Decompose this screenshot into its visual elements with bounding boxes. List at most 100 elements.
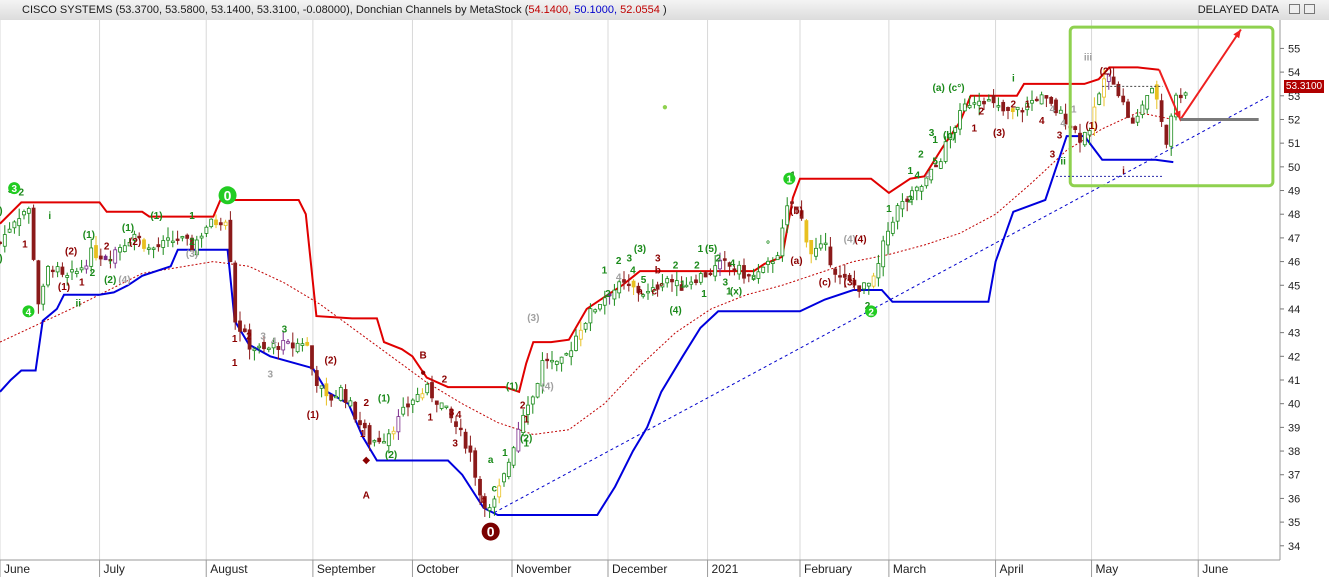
wave-label: (2) (129, 237, 141, 248)
wave-label: 1 (232, 358, 238, 369)
x-tick-label: July (104, 562, 125, 576)
marker-dot: ● (420, 367, 426, 378)
candle-body (986, 99, 991, 102)
candle-body (1178, 94, 1183, 99)
candle-body (886, 230, 890, 246)
restore-window-button[interactable] (1289, 4, 1300, 14)
candle-body (1126, 101, 1130, 118)
wave-label: (4) (118, 275, 130, 286)
candle-body (1006, 107, 1010, 111)
last-price-marker: 53.3100 (1284, 80, 1324, 93)
ohlc-values: (53.3700, 53.5800, 53.1400, 53.3100, -0.… (115, 4, 353, 16)
y-tick-label: 54 (1288, 67, 1300, 79)
candle-body (286, 341, 290, 344)
candle-body (228, 219, 233, 263)
candle-body (7, 228, 12, 233)
candle-body (439, 402, 444, 409)
wave-label: (c°) (948, 83, 964, 94)
candle-body (1164, 124, 1169, 145)
wave-label: 4 (630, 265, 636, 276)
x-tick-label: August (210, 562, 248, 576)
wave-label: 1 (22, 239, 28, 250)
wave-label: ° (659, 282, 663, 293)
candle-body (564, 353, 569, 356)
wave-label: 1 (427, 412, 433, 423)
candle-body (1015, 106, 1020, 111)
chart-window: CISCO SYSTEMS (53.3700, 53.5800, 53.1400… (0, 0, 1329, 578)
candle-body (895, 205, 900, 222)
candle-body (1130, 117, 1135, 124)
candle-body (569, 350, 574, 358)
candle-body (958, 110, 962, 130)
wave-label: 2 (715, 254, 721, 265)
y-tick-label: 40 (1288, 399, 1300, 411)
wave-label: (a) (933, 83, 945, 94)
chart-svg: 3(3)2i(4)1(2)(1)2(1)(2)(1)12(1)12i(2)(4)… (0, 20, 1329, 578)
candle-body (526, 404, 530, 415)
candle-body (122, 245, 127, 252)
wave-label: (b) (943, 130, 956, 141)
symbol-name: CISCO SYSTEMS (22, 4, 113, 16)
candle-body (708, 272, 713, 276)
candle-body (468, 445, 473, 453)
wave-label: 3 (655, 254, 661, 265)
candle-body (295, 342, 300, 353)
candle-body (175, 238, 180, 241)
candle-body (881, 240, 886, 268)
candle-body (79, 267, 84, 271)
y-tick-label: 43 (1288, 328, 1300, 340)
x-tick-label: February (804, 562, 852, 576)
wave-label: (3) (634, 244, 646, 255)
wave-label: 3 (1057, 130, 1063, 141)
candle-body (94, 245, 98, 259)
candle-body (1049, 97, 1054, 104)
wave-label: (3) (527, 313, 539, 324)
wave-label: 5 (641, 275, 647, 286)
y-tick-label: 42 (1288, 351, 1300, 363)
y-tick-label: 48 (1288, 209, 1300, 221)
candle-body (1111, 76, 1116, 85)
wave-label: (2) (1100, 66, 1112, 77)
candle-body (622, 279, 626, 283)
y-tick-label: 51 (1288, 138, 1300, 150)
indicator-mid-value: 52.0554 (620, 4, 660, 16)
candle-body (962, 103, 967, 112)
wave-circle-label: 4 (26, 307, 32, 318)
wave-label: 4 (730, 258, 736, 269)
close-window-button[interactable] (1304, 4, 1315, 14)
candle-body (814, 247, 818, 257)
wave-label: 2 (907, 194, 913, 205)
wave-label: i (109, 256, 112, 267)
wave-label: 2 (605, 289, 611, 300)
wave-label: (1) (1085, 121, 1097, 132)
wave-label: B (419, 351, 426, 362)
candle-body (26, 208, 31, 214)
wave-label: (3) (0, 206, 3, 217)
wave-label: 3 (267, 370, 273, 381)
delayed-data-label: DELAYED DATA (1197, 4, 1279, 16)
wave-label: a (637, 287, 643, 298)
candle-body (334, 395, 338, 399)
candle-body (324, 383, 329, 397)
wave-label: (1) (150, 211, 162, 222)
candle-body (329, 394, 334, 401)
wave-label: (3) (844, 277, 856, 288)
wave-label: 3 (260, 332, 266, 343)
candle-body (430, 382, 434, 399)
candle-body (554, 360, 559, 365)
candle-body (809, 239, 814, 255)
candle-body (214, 219, 218, 226)
candle-body (142, 239, 146, 249)
candle-body (362, 422, 367, 429)
candle-body (257, 345, 262, 349)
candle-body (612, 289, 617, 300)
wave-label: 1 (79, 277, 85, 288)
candle-body (991, 95, 996, 104)
wave-label: (2) (65, 246, 77, 257)
candle-body (818, 243, 823, 249)
candle-body (857, 285, 862, 292)
chart-title-bar: CISCO SYSTEMS (53.3700, 53.5800, 53.1400… (0, 0, 1329, 21)
wave-label: 2 (104, 242, 110, 253)
candle-body (766, 260, 770, 265)
candle-body (1159, 100, 1164, 122)
